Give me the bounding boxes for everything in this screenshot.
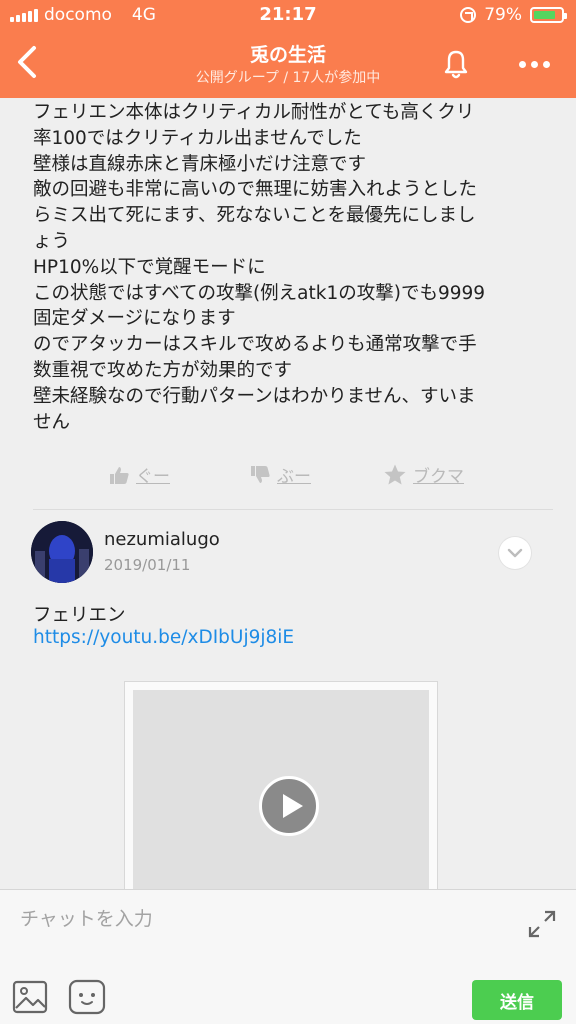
- avatar[interactable]: [31, 521, 93, 583]
- group-subtitle: 公開グループ / 17人が参加中: [195, 70, 381, 86]
- message-line: のでアタッカーはスキルで攻めるよりも通常攻撃で手: [33, 334, 477, 356]
- status-bar: docomo 4G 21:17 79%: [0, 0, 576, 30]
- expand-button[interactable]: [527, 909, 557, 939]
- sticker-icon: [68, 979, 106, 1015]
- bell-icon: [444, 50, 468, 79]
- image-icon: [12, 980, 48, 1014]
- chevron-down-icon: [507, 548, 523, 558]
- expand-icon: [528, 910, 556, 938]
- image-button[interactable]: [12, 980, 48, 1014]
- message-line: せん: [33, 411, 71, 433]
- battery-percent: 79%: [484, 5, 522, 25]
- reaction-bar: ぐー ぶー ブクマ: [0, 462, 576, 496]
- group-title: 兎の生活: [249, 44, 326, 66]
- battery-fill: [534, 11, 555, 19]
- notification-button[interactable]: [436, 44, 476, 84]
- send-button[interactable]: 送信: [472, 980, 562, 1020]
- message-body: フェリエン本体はクリティカル耐性がとても高くクリ 率100ではクリティカル出ません…: [33, 100, 553, 435]
- battery-icon: [530, 7, 567, 23]
- bookmark-button[interactable]: ブクマ: [383, 462, 464, 487]
- post-username[interactable]: nezumialugo: [104, 529, 220, 550]
- message-line: 壁未経験なので行動パターンはわかりません、すいま: [33, 385, 476, 407]
- message-line: この状態ではすべての攻撃(例えatk1の攻撃)でも9999: [33, 282, 486, 304]
- message-line: 率100ではクリティカル出ませんでした: [33, 127, 362, 149]
- message-line: HP10%以下で覚醒モードに: [33, 256, 266, 278]
- like-button[interactable]: ぐー: [108, 462, 170, 487]
- message-line: らミス出て死にます、死なないことを最優先にしまし: [33, 205, 476, 227]
- message-line: 壁様は直線赤床と青床極小だけ注意です: [33, 153, 367, 175]
- message-line: フェリエン本体はクリティカル耐性がとても高くクリ: [33, 102, 475, 123]
- dot-icon: [518, 60, 526, 68]
- message-line: 固定ダメージになります: [33, 308, 236, 330]
- dot-icon: [530, 60, 538, 68]
- like-label: ぐー: [136, 467, 170, 487]
- post-date: 2019/01/11: [104, 556, 191, 574]
- dislike-label: ぶー: [277, 467, 311, 487]
- thumbs-down-icon: [251, 465, 270, 483]
- video-preview-card[interactable]: [124, 681, 438, 896]
- message-line: 数重視で攻めた方が効果的です: [33, 359, 293, 381]
- message-line: 敵の回避も非常に高いので無理に妨害入れようとした: [33, 179, 478, 201]
- rotation-lock-icon: [460, 7, 477, 23]
- avatar-image: [31, 521, 93, 583]
- play-icon[interactable]: [259, 776, 319, 836]
- message-divider: [33, 509, 553, 510]
- dislike-button[interactable]: ぶー: [249, 462, 311, 487]
- app-header: docomo 4G 21:17 79% 兎の生活 公開グループ / 17人が参加…: [0, 0, 576, 98]
- thumbs-up-icon: [110, 466, 129, 484]
- video-link[interactable]: https://youtu.be/xDIbUj9j8iE: [33, 627, 294, 648]
- message-line: ょう: [33, 230, 71, 252]
- post-text: フェリエン: [33, 605, 126, 626]
- post-options-button[interactable]: [499, 537, 531, 569]
- video-thumbnail: [133, 690, 429, 896]
- status-right: 79%: [460, 5, 567, 25]
- star-icon: [384, 464, 406, 484]
- more-options-button[interactable]: [512, 44, 556, 84]
- chat-input[interactable]: [20, 904, 510, 934]
- bookmark-label: ブクマ: [413, 467, 464, 487]
- dot-icon: [542, 60, 550, 68]
- chat-bar: 送信: [0, 889, 576, 1024]
- sticker-button[interactable]: [68, 979, 106, 1015]
